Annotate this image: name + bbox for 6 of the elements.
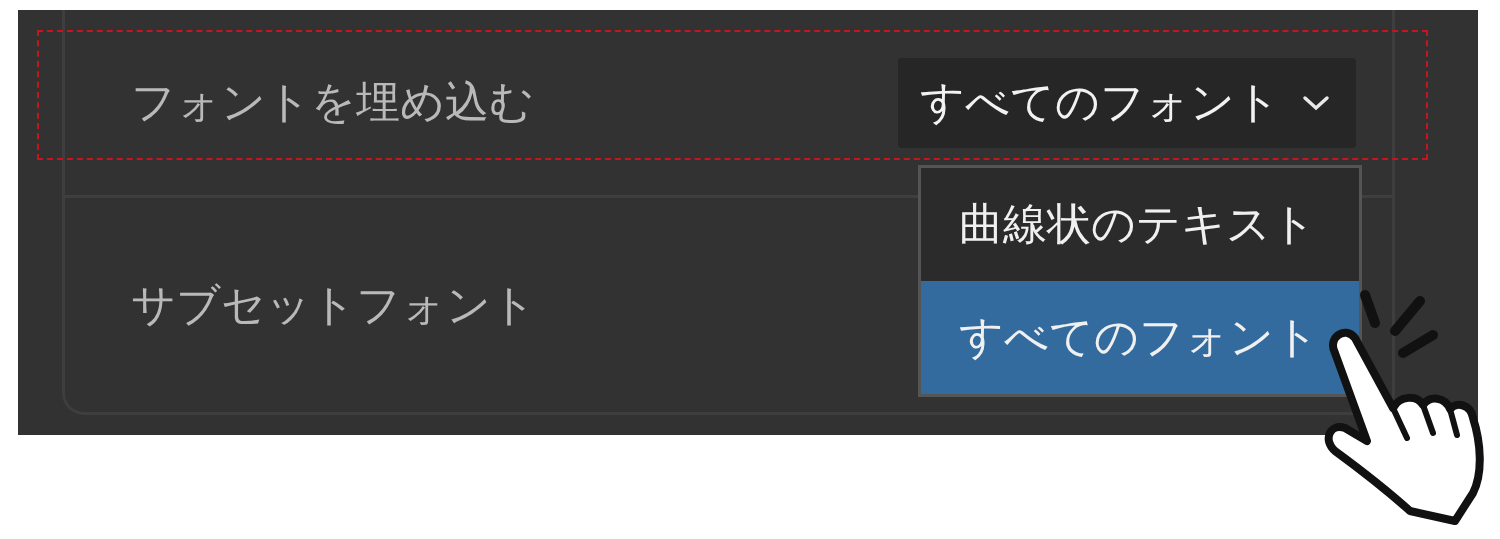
setting-label: サブセットフォント (131, 277, 536, 332)
setting-label: フォントを埋め込む (131, 75, 534, 129)
menu-item[interactable]: すべてのフォント (921, 281, 1359, 394)
chevron-down-icon (1302, 93, 1330, 112)
font-dropdown[interactable]: すべてのフォント (898, 57, 1356, 148)
menu-item[interactable]: 曲線状のテキスト (921, 168, 1359, 281)
